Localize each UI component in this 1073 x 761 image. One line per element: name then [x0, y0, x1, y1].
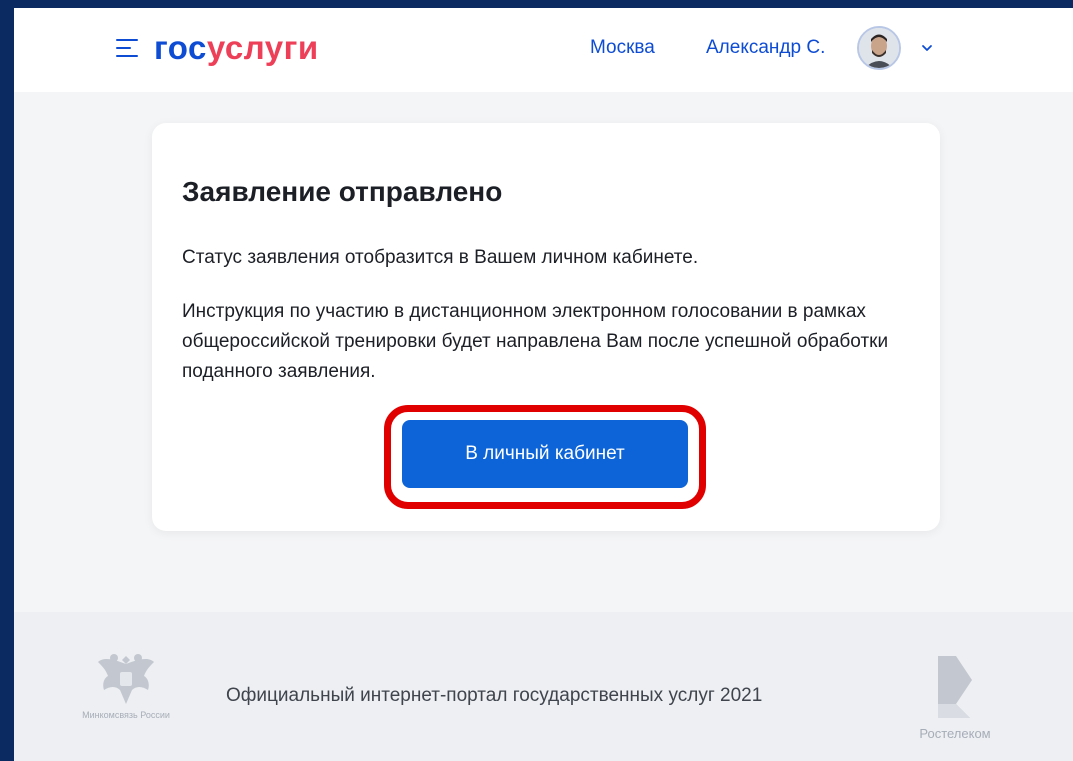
personal-cabinet-button[interactable]: В личный кабинет [402, 420, 688, 488]
footer-text: Официальный интернет-портал государствен… [226, 685, 763, 706]
status-message: Статус заявления отобразится в Вашем лич… [182, 247, 699, 268]
logo-part-2: услуги [206, 29, 319, 66]
gosuslugi-logo[interactable]: госуслуги [154, 28, 319, 68]
rostelecom-label: Ростелеком [919, 726, 991, 741]
footer: Минкомсвязь России Официальный интернет-… [14, 612, 1073, 761]
app-window: госуслуги Москва Александр С. Заявление … [14, 8, 1073, 761]
application-status-card: Заявление отправлено Статус заявления от… [152, 123, 940, 531]
ministry-label: Минкомсвязь России [82, 710, 170, 720]
logo-part-1: гос [154, 29, 207, 66]
chevron-down-icon[interactable] [920, 41, 934, 53]
card-title: Заявление отправлено [182, 176, 503, 207]
rostelecom-logo-icon [932, 652, 976, 724]
menu-icon[interactable] [116, 39, 138, 57]
instruction-message: Инструкция по участию в дистанционном эл… [182, 301, 889, 382]
user-name[interactable]: Александр С. [706, 36, 825, 60]
city-selector[interactable]: Москва [590, 36, 655, 60]
header: госуслуги Москва Александр С. [14, 8, 1073, 92]
russian-coat-of-arms-icon [94, 650, 158, 708]
avatar[interactable] [857, 26, 901, 70]
